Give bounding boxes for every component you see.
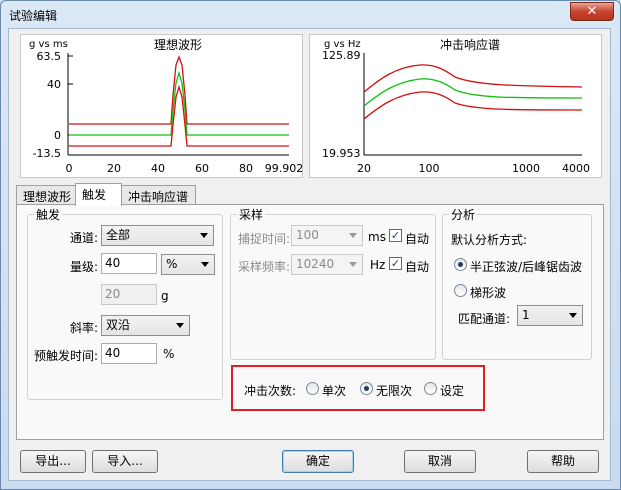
ideal-ytick: 40 (47, 78, 61, 91)
match-channel-label: 匹配通道: (458, 312, 511, 326)
ideal-chart-title: 理想波形 (154, 37, 202, 52)
capture-time-select[interactable]: 100 (291, 225, 363, 246)
srs-nominal-line (363, 78, 583, 107)
sample-freq-unit: Hz (370, 258, 386, 272)
slope-label: 斜率: (70, 321, 99, 335)
srs-xtick: 1000 (512, 162, 540, 175)
channel-label: 通道: (70, 231, 99, 245)
pretrigger-label: 预触发时间: (34, 349, 99, 363)
tab-ideal-waveform[interactable]: 理想波形 (16, 185, 76, 205)
sampling-group-title: 采样 (237, 206, 266, 223)
capture-auto-checkbox[interactable]: ✓ (389, 229, 402, 242)
srs-xtick: 100 (419, 162, 440, 175)
tab-trigger[interactable]: 触发 (75, 183, 122, 206)
chevron-down-icon (349, 262, 357, 267)
half-sine-label[interactable]: 半正弦波/后峰锯齿波 (470, 258, 582, 275)
ideal-xtick: 40 (151, 162, 165, 175)
srs-xtick: 4000 (562, 162, 590, 175)
ideal-unit-label: g vs ms (29, 39, 68, 50)
ok-button[interactable]: 确定 (282, 450, 354, 473)
pretrigger-input[interactable]: 40 (101, 343, 157, 364)
window-title: 试验编辑 (9, 9, 58, 23)
ideal-nominal-line (69, 70, 289, 136)
sample-freq-label: 采样频率: (238, 260, 291, 274)
srs-ytick: 19.953 (322, 147, 361, 160)
srs-svg: g vs Hz 冲击响应谱 125.89 19.953 20 100 1000 … (322, 37, 590, 175)
ideal-xtick: 20 (107, 162, 121, 175)
close-icon: ✕ (586, 4, 598, 19)
single-shot-label[interactable]: 单次 (322, 382, 346, 399)
ideal-xtick: 60 (195, 162, 209, 175)
ideal-ytick: 63.5 (37, 50, 62, 63)
export-button[interactable]: 导出... (20, 450, 86, 473)
infinite-label[interactable]: 无限次 (376, 382, 412, 399)
srs-xtick: 20 (357, 162, 371, 175)
trigger-group-title: 触发 (34, 206, 63, 223)
title-bar[interactable]: 试验编辑 ✕ (1, 1, 620, 29)
shock-count-label: 冲击次数: (244, 384, 297, 398)
chevron-down-icon (201, 262, 209, 267)
srs-upper-tolerance-line (363, 64, 583, 93)
chevron-down-icon (569, 313, 577, 318)
srs-ytick: 125.89 (322, 49, 361, 62)
ideal-ytick: 0 (54, 129, 61, 142)
close-button[interactable]: ✕ (570, 2, 614, 21)
freq-auto-label[interactable]: 自动 (405, 258, 429, 275)
ideal-upper-tolerance-line (69, 55, 289, 125)
tab-srs[interactable]: 冲击响应谱 (121, 185, 196, 205)
chevron-down-icon (349, 233, 357, 238)
slope-select[interactable]: 双沿 (101, 315, 190, 336)
half-sine-radio[interactable] (454, 258, 467, 271)
ideal-ytick: -13.5 (33, 147, 61, 160)
srs-chart: g vs Hz 冲击响应谱 125.89 19.953 20 100 1000 … (309, 34, 602, 178)
channel-select[interactable]: 全部 (101, 225, 214, 246)
srs-chart-title: 冲击响应谱 (440, 37, 500, 52)
freq-auto-checkbox[interactable]: ✓ (389, 257, 402, 270)
srs-lower-tolerance-line (363, 91, 583, 120)
set-count-label[interactable]: 设定 (440, 382, 464, 399)
capture-time-unit: ms (368, 230, 386, 244)
chevron-down-icon (200, 233, 208, 238)
match-channel-select[interactable]: 1 (517, 305, 583, 326)
cancel-button[interactable]: 取消 (404, 450, 476, 473)
ideal-waveform-svg: g vs ms 理想波形 63.5 40 0 -13.5 0 20 40 60 … (29, 37, 304, 175)
analysis-group-title: 分析 (449, 206, 478, 223)
trapezoid-radio[interactable] (454, 284, 467, 297)
level-input[interactable]: 40 (101, 253, 157, 274)
ideal-xtick: 99.902 (265, 162, 304, 175)
ideal-xtick: 0 (66, 162, 73, 175)
trapezoid-label[interactable]: 梯形波 (470, 284, 506, 301)
level-g-unit: g (161, 289, 169, 303)
level-unit-select[interactable]: % (161, 254, 215, 275)
ideal-xtick: 80 (239, 162, 253, 175)
capture-auto-label[interactable]: 自动 (405, 230, 429, 247)
single-shot-radio[interactable] (306, 382, 319, 395)
import-button[interactable]: 导入... (92, 450, 158, 473)
ideal-waveform-chart: g vs ms 理想波形 63.5 40 0 -13.5 0 20 40 60 … (20, 34, 303, 178)
capture-time-label: 捕捉时间: (238, 232, 291, 246)
analysis-method-label: 默认分析方式: (451, 233, 528, 247)
pretrigger-unit: % (163, 347, 175, 361)
chevron-down-icon (176, 323, 184, 328)
level-label: 量级: (70, 260, 99, 274)
sample-freq-select[interactable]: 10240 (291, 254, 363, 275)
set-count-radio[interactable] (424, 382, 437, 395)
level-g-input[interactable]: 20 (101, 284, 157, 305)
ideal-lower-tolerance-line (69, 84, 289, 147)
help-button[interactable]: 帮助 (527, 450, 599, 473)
infinite-radio[interactable] (360, 382, 373, 395)
